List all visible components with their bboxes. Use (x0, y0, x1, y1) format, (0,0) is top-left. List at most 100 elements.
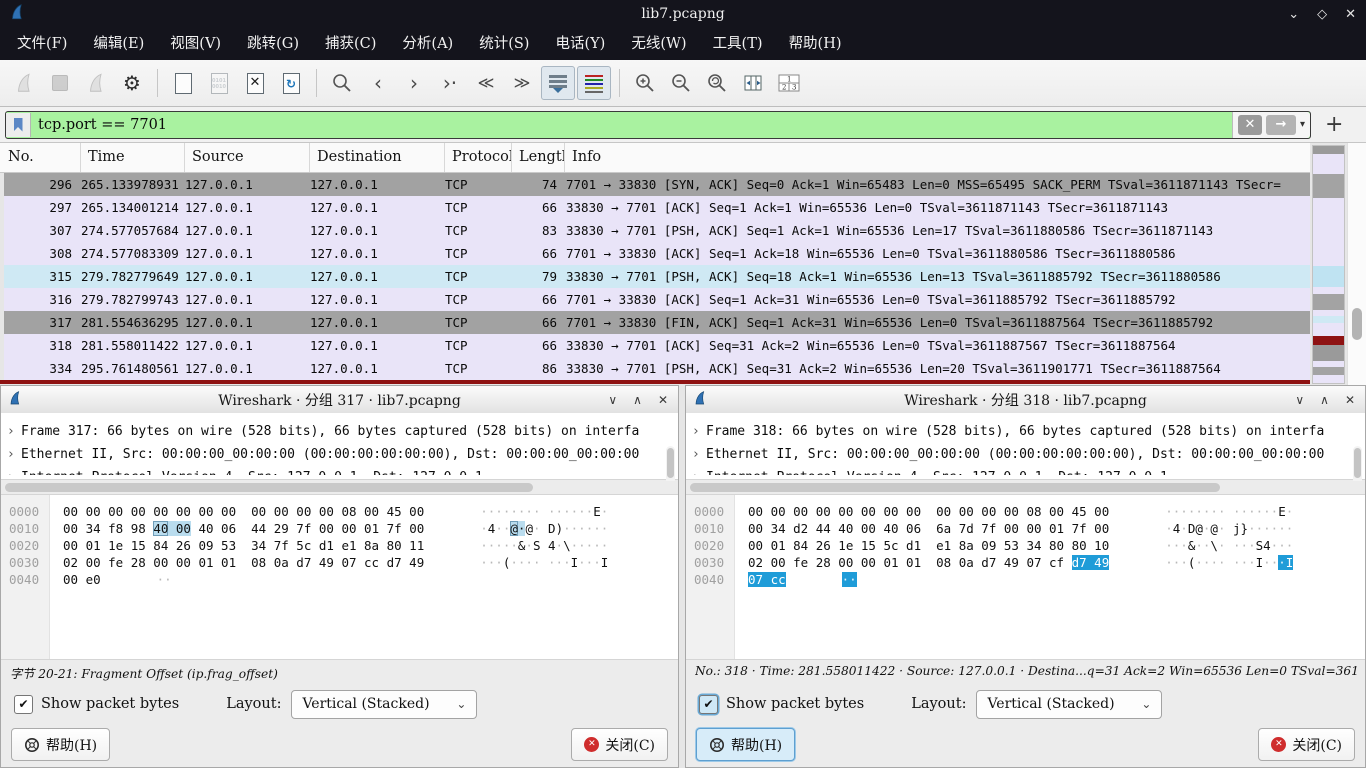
hex-row-0040[interactable]: 004000 e0·· (1, 571, 678, 588)
menu-view[interactable]: 视图(V) (157, 28, 234, 60)
expander-icon[interactable]: › (686, 443, 706, 466)
show-packet-bytes-checkbox[interactable]: ✔ (699, 695, 718, 714)
packet-list-scrollbar[interactable] (1347, 143, 1366, 385)
packet-row-318[interactable]: 318281.558011422127.0.0.1127.0.0.1TCP663… (4, 334, 1310, 357)
packet-row-296[interactable]: 296265.133978931127.0.0.1127.0.0.1TCP747… (4, 173, 1310, 196)
hex-bytes[interactable]: 00 00 00 00 00 00 00 00 00 00 00 00 08 0… (63, 504, 424, 519)
layout-columns-button[interactable]: 123 (772, 66, 806, 100)
menu-edit[interactable]: 编辑(E) (80, 28, 157, 60)
menu-tools[interactable]: 工具(T) (700, 28, 776, 60)
menu-wireless[interactable]: 无线(W) (618, 28, 699, 60)
hex-row-0000[interactable]: 000000 00 00 00 00 00 00 00 00 00 00 00 … (686, 503, 1365, 520)
menu-statistics[interactable]: 统计(S) (466, 28, 542, 60)
reload-file-button[interactable]: ↻ (274, 66, 308, 100)
hex-bytes[interactable]: 02 00 fe 28 00 00 01 01 08 0a d7 49 07 c… (748, 555, 1109, 570)
close-button[interactable]: ✕ (1345, 393, 1355, 407)
packet-row-297[interactable]: 297265.134001214127.0.0.1127.0.0.1TCP663… (4, 196, 1310, 219)
column-header-no[interactable]: No. (0, 143, 81, 172)
auto-scroll-button[interactable] (541, 66, 575, 100)
packet-row-307[interactable]: 307274.577057684127.0.0.1127.0.0.1TCP833… (4, 219, 1310, 242)
close-file-button[interactable]: ✕ (238, 66, 272, 100)
hex-row-0010[interactable]: 001000 34 d2 44 40 00 40 06 6a 7d 7f 00 … (686, 520, 1365, 537)
column-header-destination[interactable]: Destination (310, 143, 445, 172)
packet-row-315[interactable]: 315279.782779649127.0.0.1127.0.0.1TCP793… (4, 265, 1310, 288)
go-back-button[interactable]: ‹ (361, 66, 395, 100)
hex-bytes[interactable]: 00 34 f8 98 40 00 40 06 44 29 7f 00 00 0… (63, 521, 424, 536)
scrollbar-thumb[interactable] (5, 483, 533, 492)
column-header-protocol[interactable]: Protocol (445, 143, 512, 172)
close-button[interactable]: ✕ 关闭(C) (571, 728, 668, 761)
colorize-button[interactable] (577, 66, 611, 100)
ascii-bytes[interactable]: ·· (157, 572, 172, 587)
ascii-bytes[interactable]: ·· (842, 572, 857, 587)
ascii-bytes[interactable]: ···(···· ···I···I (480, 555, 608, 570)
layout-select[interactable]: Vertical (Stacked) ⌄ (291, 690, 477, 719)
close-button[interactable]: ✕ 关闭(C) (1258, 728, 1355, 761)
ascii-bytes[interactable]: ·····&·S 4·\····· (480, 538, 608, 553)
zoom-in-button[interactable] (628, 66, 662, 100)
column-header-time[interactable]: Time (81, 143, 185, 172)
hex-row-0040[interactable]: 004007 cc·· (686, 571, 1365, 588)
hex-bytes[interactable]: 07 cc (748, 572, 786, 587)
shade-button[interactable]: ∨ (608, 393, 617, 407)
find-packet-button[interactable] (325, 66, 359, 100)
column-header-length[interactable]: Length (512, 143, 565, 172)
hex-row-0030[interactable]: 003002 00 fe 28 00 00 01 01 08 0a d7 49 … (1, 554, 678, 571)
menu-file[interactable]: 文件(F) (4, 28, 80, 60)
go-last-button[interactable]: ≫ (505, 66, 539, 100)
packet-row-334[interactable]: 334295.761480561127.0.0.1127.0.0.1TCP863… (4, 357, 1310, 380)
filter-clear-button[interactable]: ✕ (1238, 115, 1262, 135)
menu-analyze[interactable]: 分析(A) (389, 28, 466, 60)
filter-apply-button[interactable]: → (1266, 115, 1296, 135)
menu-telephony[interactable]: 电话(Y) (542, 28, 618, 60)
packet-row-308[interactable]: 308274.577083309127.0.0.1127.0.0.1TCP667… (4, 242, 1310, 265)
ascii-bytes[interactable]: ···&··\· ···S4··· (1165, 538, 1293, 553)
expander-icon[interactable]: › (1, 443, 21, 466)
shade-button[interactable]: ∨ (1295, 393, 1304, 407)
help-button[interactable]: 帮助(H) (11, 728, 110, 761)
help-button[interactable]: 帮助(H) (696, 728, 795, 761)
packet-row-316[interactable]: 316279.782799743127.0.0.1127.0.0.1TCP667… (4, 288, 1310, 311)
menu-help[interactable]: 帮助(H) (776, 28, 855, 60)
show-packet-bytes-checkbox[interactable]: ✔ (14, 695, 33, 714)
ascii-bytes[interactable]: ········ ······E· (1165, 504, 1293, 519)
hex-bytes[interactable]: 00 01 1e 15 84 26 09 53 34 7f 5c d1 e1 8… (63, 538, 424, 553)
close-button[interactable]: ✕ (1345, 7, 1356, 22)
intelligent-scrollbar-minimap[interactable] (1312, 145, 1345, 384)
ascii-bytes[interactable]: ·4·D@·@· j}······ (1165, 521, 1293, 536)
unshade-button[interactable]: ∧ (1320, 393, 1329, 407)
hex-bytes[interactable]: 00 34 d2 44 40 00 40 06 6a 7d 7f 00 00 0… (748, 521, 1109, 536)
filter-expression[interactable]: tcp.port == 7701 (31, 117, 1232, 133)
ascii-bytes[interactable]: ···(···· ···I···I (1165, 555, 1293, 570)
maximize-button[interactable]: ◇ (1317, 7, 1327, 22)
expander-icon[interactable]: › (1, 420, 21, 443)
filter-dropdown-icon[interactable]: ▾ (1300, 119, 1305, 130)
expander-icon[interactable]: › (1, 466, 21, 475)
tree-row[interactable]: ›Frame 317: 66 bytes on wire (528 bits),… (1, 420, 678, 443)
menu-capture[interactable]: 捕获(C) (312, 28, 389, 60)
ascii-bytes[interactable]: ········ ······E· (480, 504, 608, 519)
filter-add-button[interactable]: + (1325, 114, 1343, 136)
packet-row-317[interactable]: 317281.554636295127.0.0.1127.0.0.1TCP667… (4, 311, 1310, 334)
expander-icon[interactable]: › (686, 466, 706, 475)
layout-select[interactable]: Vertical (Stacked) ⌄ (976, 690, 1162, 719)
hex-row-0030[interactable]: 003002 00 fe 28 00 00 01 01 08 0a d7 49 … (686, 554, 1365, 571)
unshade-button[interactable]: ∧ (633, 393, 642, 407)
menu-go[interactable]: 跳转(G) (234, 28, 312, 60)
open-file-button[interactable] (166, 66, 200, 100)
display-filter-input[interactable]: tcp.port == 7701 ✕ → ▾ (5, 111, 1311, 139)
filter-bookmark-button[interactable] (6, 113, 31, 137)
tree-row[interactable]: ›Ethernet II, Src: 00:00:00_00:00:00 (00… (686, 443, 1365, 466)
scrollbar-thumb[interactable] (690, 483, 1220, 492)
minimize-button[interactable]: ⌄ (1288, 7, 1299, 22)
hex-bytes[interactable]: 00 00 00 00 00 00 00 00 00 00 00 00 08 0… (748, 504, 1109, 519)
dialog-titlebar[interactable]: Wireshark · 分组 317 · lib7.pcapng ∨∧✕ (1, 386, 678, 414)
column-header-info[interactable]: Info (565, 143, 1310, 172)
hex-row-0000[interactable]: 000000 00 00 00 00 00 00 00 00 00 00 00 … (1, 503, 678, 520)
tree-row[interactable]: ›Internet Protocol Version 4, Src: 127.0… (1, 466, 678, 475)
hex-row-0020[interactable]: 002000 01 84 26 1e 15 5c d1 e1 8a 09 53 … (686, 537, 1365, 554)
go-first-button[interactable]: ≪ (469, 66, 503, 100)
resize-columns-button[interactable] (736, 66, 770, 100)
go-to-packet-button[interactable]: ›· (433, 66, 467, 100)
scrollbar-thumb[interactable] (1354, 448, 1361, 478)
